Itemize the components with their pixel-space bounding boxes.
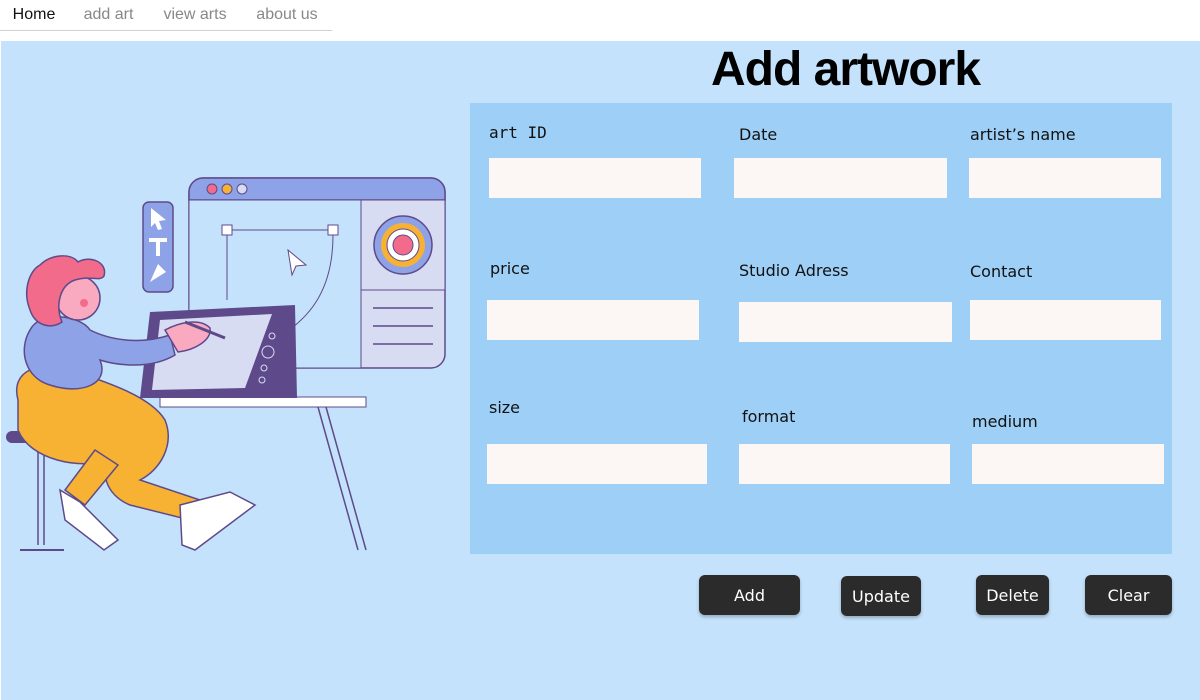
nav-view-arts[interactable]: view arts [148, 5, 242, 31]
delete-button[interactable]: Delete [976, 575, 1049, 615]
artist-name-label: artist’s name [970, 125, 1076, 144]
artist-name-input[interactable] [969, 158, 1161, 198]
update-button[interactable]: Update [841, 576, 921, 616]
contact-input[interactable] [970, 300, 1161, 340]
format-label: format [742, 407, 796, 426]
size-label: size [489, 398, 521, 417]
studio-address-input[interactable] [739, 302, 952, 342]
art-id-input[interactable] [489, 158, 701, 198]
medium-input[interactable] [972, 444, 1164, 484]
top-nav: Home add art view arts about us [0, 0, 1200, 41]
price-label: price [490, 259, 530, 278]
date-input[interactable] [734, 158, 947, 198]
studio-address-label: Studio Adress [739, 261, 849, 280]
nav-add-art[interactable]: add art [69, 5, 148, 31]
nav-home[interactable]: Home [8, 5, 60, 31]
format-input[interactable] [739, 444, 950, 484]
size-input[interactable] [487, 444, 707, 484]
clear-button[interactable]: Clear [1085, 575, 1172, 615]
tool-palette-icon [142, 201, 174, 293]
medium-label: medium [972, 412, 1038, 431]
page-title: Add artwork [711, 43, 981, 96]
add-button[interactable]: Add [699, 575, 800, 615]
date-label: Date [739, 125, 778, 144]
nav-about-us[interactable]: about us [242, 5, 332, 31]
price-input[interactable] [487, 300, 699, 340]
nav-divider [0, 30, 332, 31]
art-id-label: art ID [489, 123, 547, 142]
contact-label: Contact [970, 262, 1033, 281]
artist-illustration [6, 177, 446, 551]
